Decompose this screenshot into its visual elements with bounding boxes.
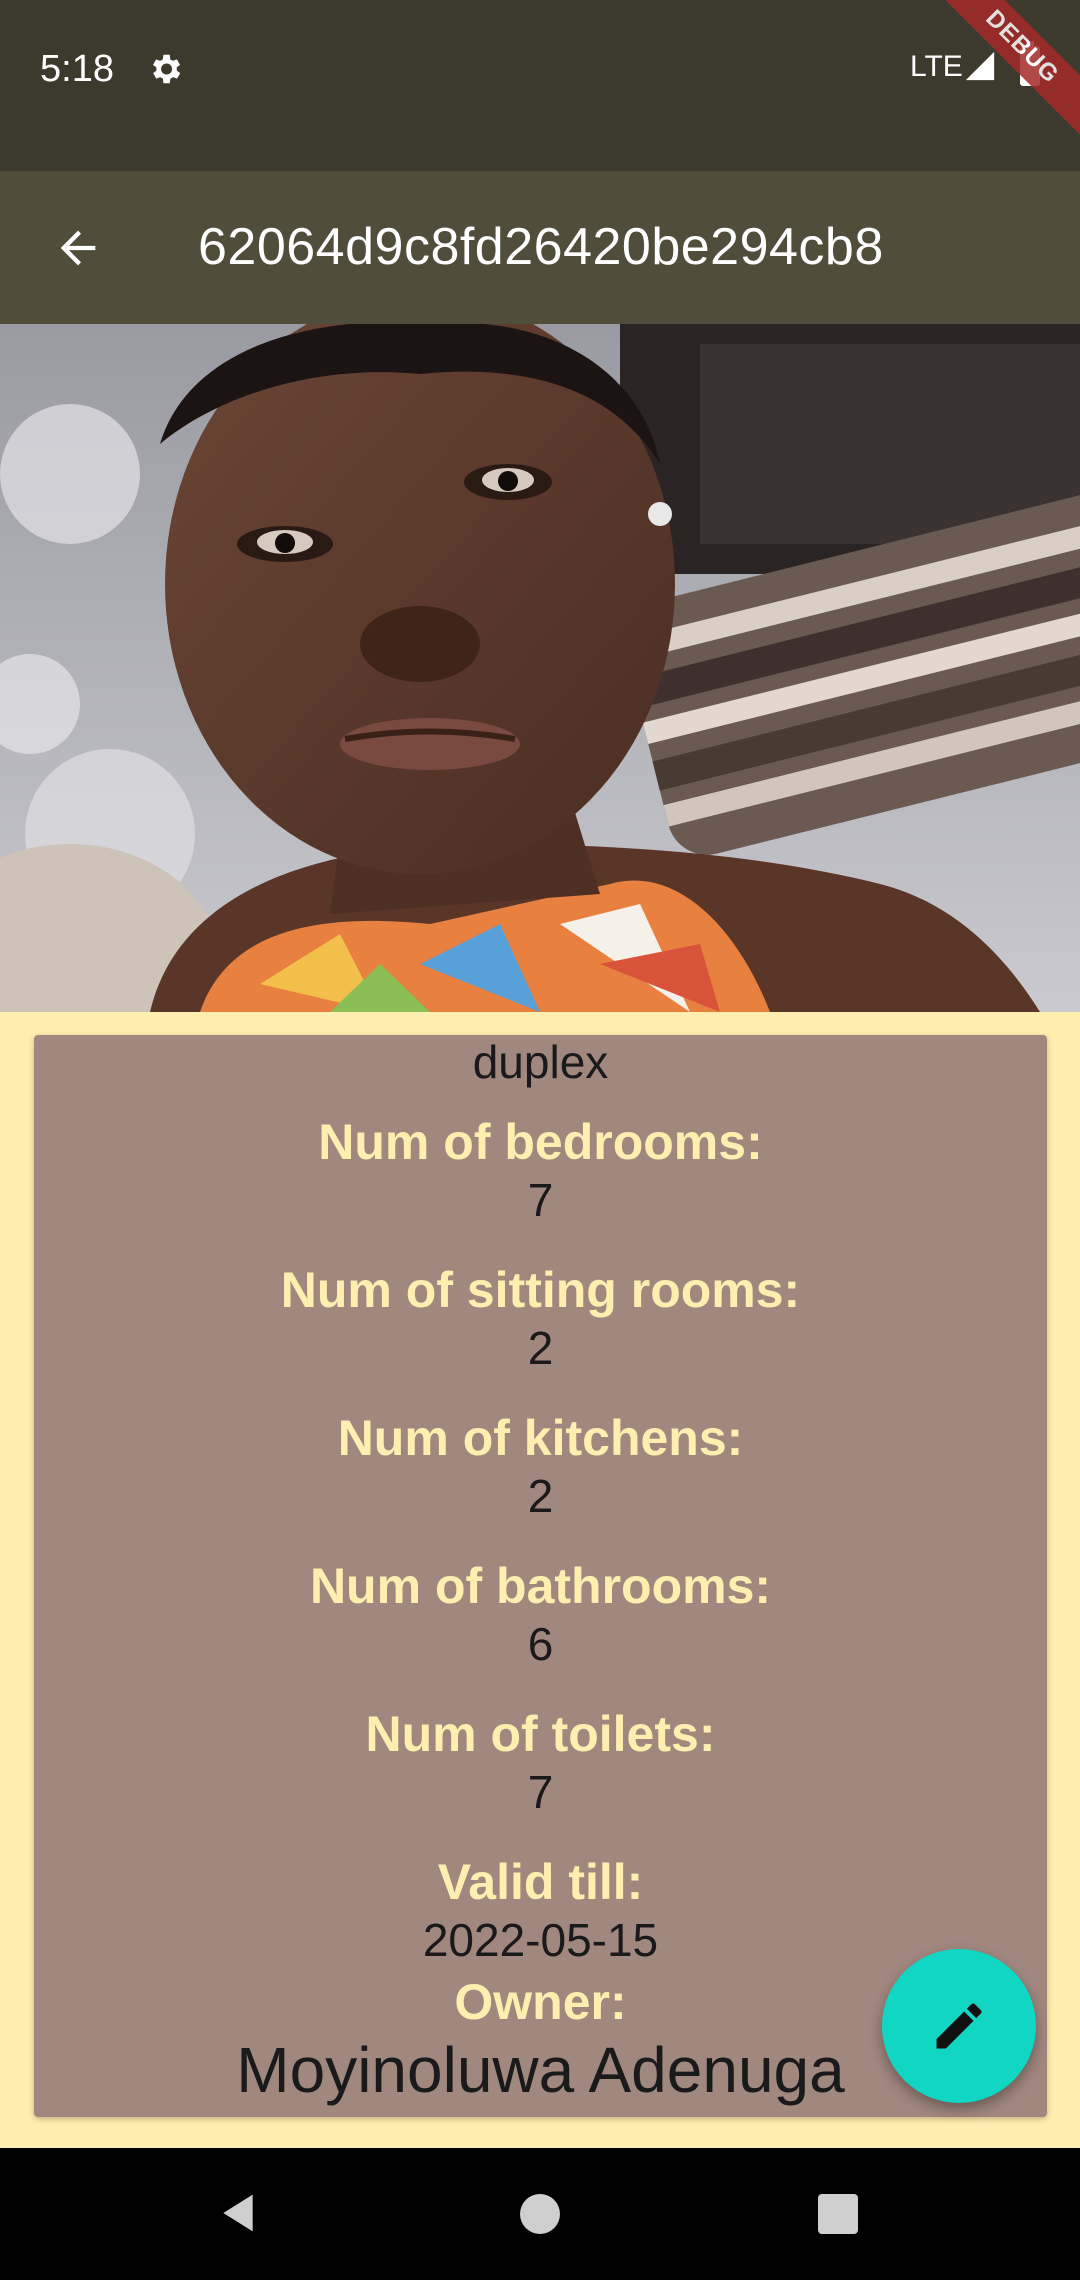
screen: 5:18 LTE DEBUG 62064d9c8fd26420be294cb8 bbox=[0, 0, 1080, 2280]
nav-recents-icon[interactable] bbox=[818, 2194, 858, 2234]
owner-photo bbox=[0, 324, 1080, 1012]
valid-till-value: 2022-05-15 bbox=[422, 1914, 659, 1966]
photo-illustration bbox=[0, 324, 1080, 1012]
bedrooms-label: Num of bedrooms: bbox=[318, 1114, 763, 1170]
toilets-label: Num of toilets: bbox=[365, 1706, 716, 1762]
nav-back-icon[interactable] bbox=[216, 2190, 260, 2236]
status-time: 5:18 bbox=[40, 48, 114, 90]
house-type-value: duplex bbox=[472, 1036, 609, 1088]
pencil-edit-icon bbox=[936, 2003, 982, 2049]
system-nav-bar bbox=[0, 2148, 1080, 2280]
sitting-rooms-value: 2 bbox=[527, 1322, 554, 1374]
status-bar: 5:18 LTE DEBUG bbox=[0, 0, 1080, 171]
back-button[interactable] bbox=[40, 215, 116, 281]
page-title: 62064d9c8fd26420be294cb8 bbox=[198, 218, 884, 276]
gear-icon bbox=[152, 54, 181, 84]
toilets-value: 7 bbox=[527, 1766, 554, 1818]
kitchens-value: 2 bbox=[527, 1470, 554, 1522]
valid-till-label: Valid till: bbox=[437, 1854, 644, 1910]
signal-icon bbox=[965, 51, 995, 81]
bathrooms-value: 6 bbox=[527, 1618, 554, 1670]
bedrooms-value: 7 bbox=[527, 1174, 554, 1226]
sitting-rooms-label: Num of sitting rooms: bbox=[280, 1262, 801, 1318]
kitchens-label: Num of kitchens: bbox=[337, 1410, 744, 1466]
edit-fab-button[interactable] bbox=[882, 1949, 1036, 2103]
arrow-back-icon bbox=[60, 230, 96, 266]
house-details-card: duplex Num of bedrooms: 7 Num of sitting… bbox=[34, 1035, 1047, 2117]
nav-home-icon[interactable] bbox=[520, 2194, 560, 2234]
network-type: LTE bbox=[910, 50, 963, 83]
app-bar: 62064d9c8fd26420be294cb8 bbox=[0, 171, 1080, 324]
bathrooms-label: Num of bathrooms: bbox=[309, 1558, 772, 1614]
